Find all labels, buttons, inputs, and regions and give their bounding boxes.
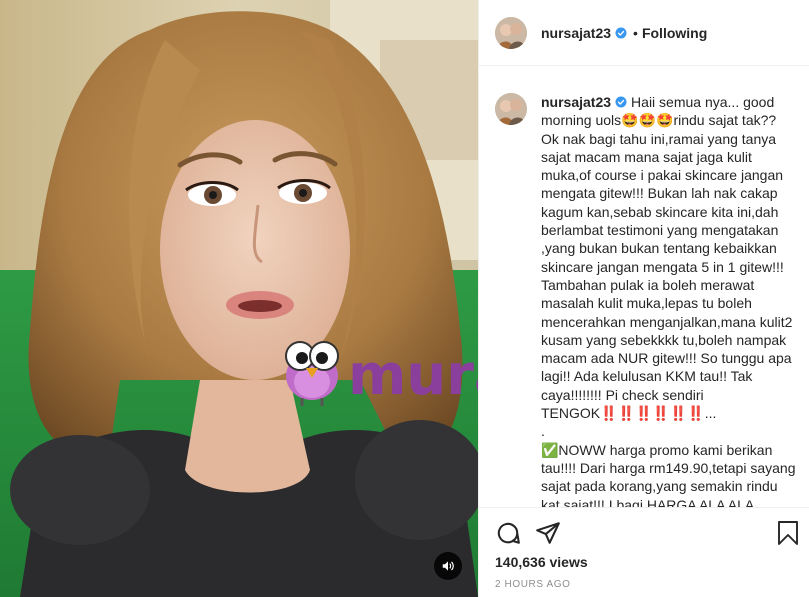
caption-body: nursajat23 Haii semua nya... good morning… [541, 93, 797, 507]
comment-icon[interactable] [495, 520, 521, 546]
avatar-image [495, 93, 527, 125]
post-actions: 140,636 views 2 HOURS AGO [479, 507, 809, 597]
share-icon[interactable] [535, 520, 561, 546]
speaker-icon [442, 561, 454, 571]
following-button[interactable]: Following [642, 25, 707, 41]
post-timestamp[interactable]: 2 HOURS AGO [495, 579, 571, 590]
view-count[interactable]: 140,636 views [495, 554, 588, 570]
video-player[interactable]: murai [0, 0, 478, 597]
avatar-image [495, 16, 527, 49]
caption-avatar[interactable] [495, 93, 527, 125]
username-link[interactable]: nursajat23 [541, 25, 611, 41]
caption-scroll-area[interactable]: nursajat23 Haii semua nya... good morning… [479, 67, 809, 507]
bookmark-icon[interactable] [776, 520, 800, 546]
verified-badge-icon [615, 27, 627, 38]
verified-badge-icon [615, 96, 627, 108]
caption-text: Haii semua nya... good morning uols🤩🤩🤩ri… [541, 94, 796, 507]
caption-username[interactable]: nursajat23 [541, 94, 611, 110]
post-header: nursajat23 • Following [479, 0, 809, 66]
separator-dot: • [633, 24, 638, 41]
post-side-panel: nursajat23 • Following nursajat23 Haii se… [478, 0, 809, 597]
mute-button[interactable] [434, 552, 462, 580]
caption-comment: nursajat23 Haii semua nya... good morning… [495, 93, 800, 507]
avatar[interactable] [495, 16, 527, 49]
video-frame [0, 0, 478, 597]
